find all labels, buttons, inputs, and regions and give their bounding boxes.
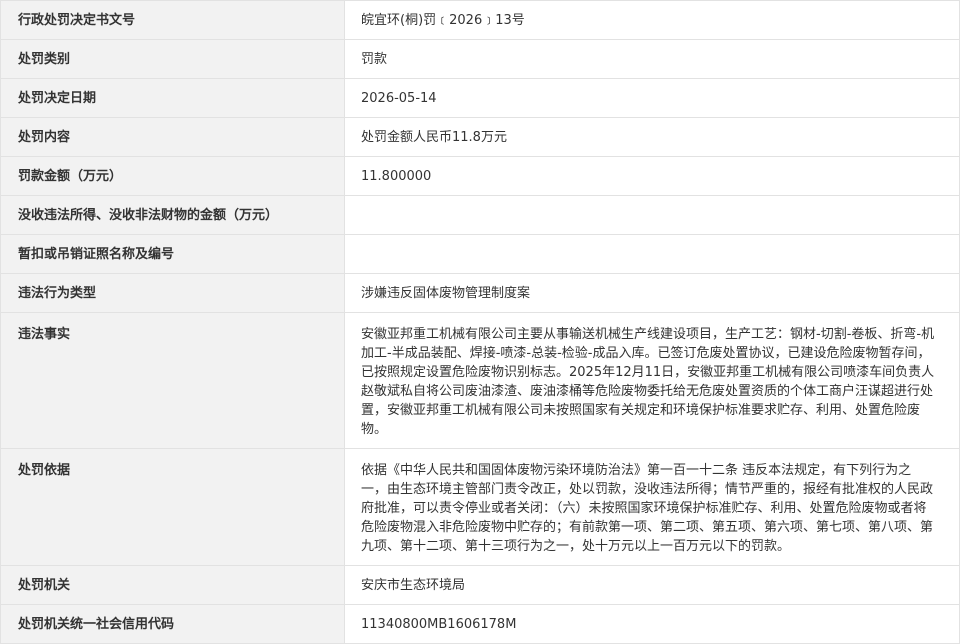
table-row: 处罚依据 依据《中华人民共和国固体废物污染环境防治法》第一百一十二条 违反本法规… <box>0 448 960 566</box>
row-label: 行政处罚决定书文号 <box>0 0 345 40</box>
table-row: 违法事实 安徽亚邦重工机械有限公司主要从事输送机械生产线建设项目，生产工艺：钢材… <box>0 312 960 449</box>
row-value: 11.800000 <box>344 156 960 196</box>
row-value <box>344 195 960 235</box>
row-label: 罚款金额（万元） <box>0 156 345 196</box>
table-row: 违法行为类型 涉嫌违反固体废物管理制度案 <box>0 273 960 313</box>
row-value <box>344 234 960 274</box>
row-label: 处罚类别 <box>0 39 345 79</box>
table-row: 罚款金额（万元） 11.800000 <box>0 156 960 196</box>
row-label: 处罚内容 <box>0 117 345 157</box>
row-label: 暂扣或吊销证照名称及编号 <box>0 234 345 274</box>
row-label: 没收违法所得、没收非法财物的金额（万元） <box>0 195 345 235</box>
row-label: 处罚机关统一社会信用代码 <box>0 604 345 644</box>
row-value: 安徽亚邦重工机械有限公司主要从事输送机械生产线建设项目，生产工艺：钢材-切割-卷… <box>344 312 960 449</box>
row-value: 皖宜环(桐)罚﹝2026﹞13号 <box>344 0 960 40</box>
table-row: 处罚决定日期 2026-05-14 <box>0 78 960 118</box>
row-label: 违法行为类型 <box>0 273 345 313</box>
row-value: 11340800MB1606178M <box>344 604 960 644</box>
row-label: 违法事实 <box>0 312 345 449</box>
table-row: 行政处罚决定书文号 皖宜环(桐)罚﹝2026﹞13号 <box>0 0 960 40</box>
table-row: 暂扣或吊销证照名称及编号 <box>0 234 960 274</box>
row-value: 罚款 <box>344 39 960 79</box>
penalty-info-table: 行政处罚决定书文号 皖宜环(桐)罚﹝2026﹞13号 处罚类别 罚款 处罚决定日… <box>0 0 960 644</box>
row-label: 处罚依据 <box>0 448 345 566</box>
row-value: 处罚金额人民币11.8万元 <box>344 117 960 157</box>
row-value: 2026-05-14 <box>344 78 960 118</box>
row-value: 安庆市生态环境局 <box>344 565 960 605</box>
table-row: 处罚类别 罚款 <box>0 39 960 79</box>
row-value: 依据《中华人民共和国固体废物污染环境防治法》第一百一十二条 违反本法规定，有下列… <box>344 448 960 566</box>
row-label: 处罚决定日期 <box>0 78 345 118</box>
row-value: 涉嫌违反固体废物管理制度案 <box>344 273 960 313</box>
table-row: 处罚机关统一社会信用代码 11340800MB1606178M <box>0 604 960 644</box>
table-row: 处罚机关 安庆市生态环境局 <box>0 565 960 605</box>
row-label: 处罚机关 <box>0 565 345 605</box>
table-row: 没收违法所得、没收非法财物的金额（万元） <box>0 195 960 235</box>
table-row: 处罚内容 处罚金额人民币11.8万元 <box>0 117 960 157</box>
